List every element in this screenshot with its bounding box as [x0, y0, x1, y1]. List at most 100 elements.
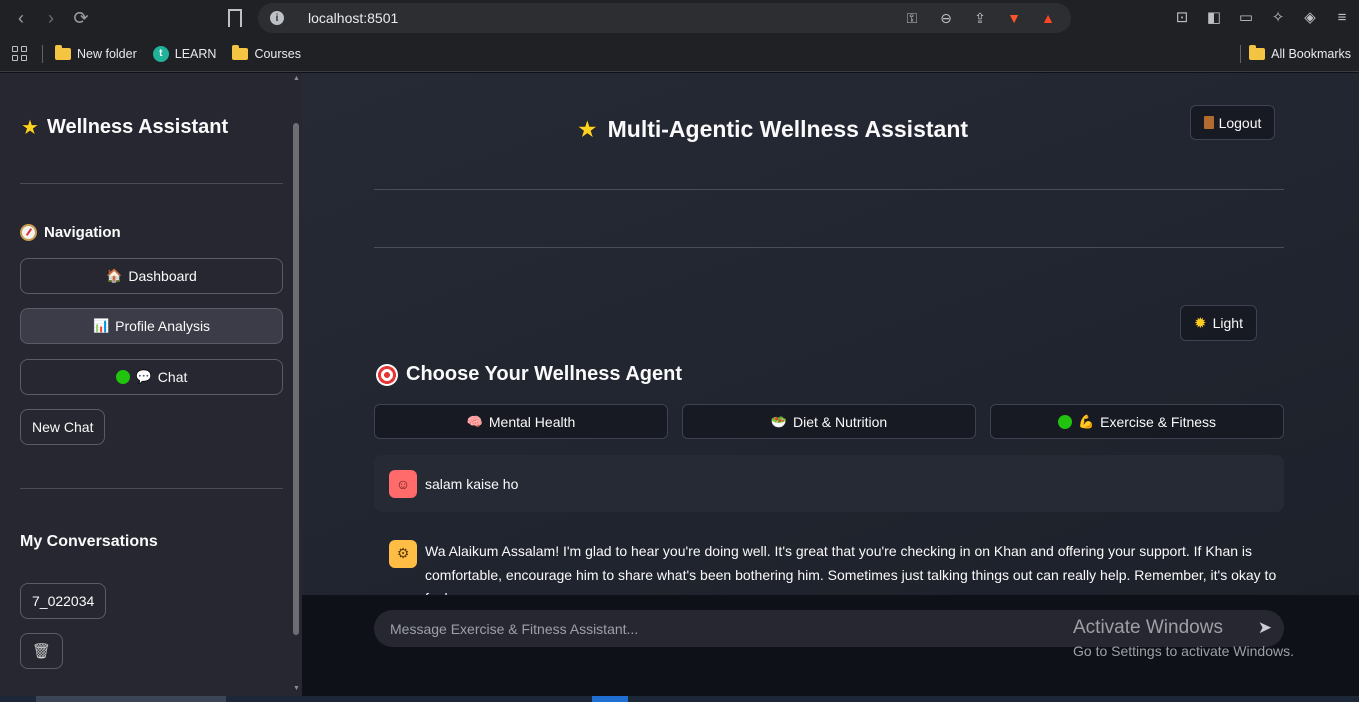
bookmark-label: Courses — [254, 46, 301, 61]
learn-site-icon: t — [152, 45, 169, 62]
flexed-bicep-icon: 💪 — [1077, 413, 1095, 429]
bookmark-label: LEARN — [174, 46, 217, 61]
navigation-heading: Navigation — [20, 224, 121, 241]
salad-icon: 🥗 — [770, 413, 788, 429]
windows-activation-watermark: Activate Windows Go to Settings to activ… — [1073, 617, 1294, 659]
all-bookmarks-label: All Bookmarks — [1271, 46, 1351, 61]
watermark-line2: Go to Settings to activate Windows. — [1073, 643, 1294, 659]
theme-toggle-button[interactable]: ✹ Light — [1180, 305, 1257, 341]
brain-icon: 🧠 — [466, 413, 483, 429]
new-chat-button[interactable]: New Chat — [20, 409, 106, 445]
bookmarks-bar: New folder t LEARN Courses All Bookmarks — [0, 36, 1359, 72]
forward-icon[interactable]: › — [36, 3, 66, 33]
bookmark-new-folder[interactable]: New folder — [55, 44, 137, 61]
mental-health-agent-button[interactable]: 🧠 Mental Health — [374, 404, 668, 439]
star-icon: ★ — [21, 117, 39, 139]
button-label: Light — [1212, 315, 1243, 331]
leo-ai-icon[interactable]: ✧ — [1269, 8, 1287, 26]
zoom-icon[interactable]: ⊖ — [937, 9, 955, 27]
folder-icon — [232, 44, 249, 60]
share-icon[interactable]: ⇪ — [971, 9, 989, 27]
apps-grid-icon[interactable] — [12, 45, 28, 62]
divider — [374, 189, 1284, 190]
chat-input-placeholder: Message Exercise & Fitness Assistant... — [390, 620, 639, 637]
active-indicator-icon — [115, 370, 130, 384]
speech-bubble-icon: 💬 — [135, 369, 152, 384]
bookmarks-divider — [42, 44, 43, 63]
site-info-icon[interactable]: i — [270, 11, 284, 25]
divider — [20, 183, 283, 184]
divider — [20, 488, 283, 489]
exercise-fitness-agent-button[interactable]: 💪 Exercise & Fitness — [990, 404, 1284, 439]
compass-icon — [20, 224, 37, 241]
folder-icon — [55, 44, 71, 60]
conversation-item[interactable]: 7_022034 — [20, 583, 107, 619]
logout-button[interactable]: Logout — [1190, 105, 1275, 140]
assistant-message: ⚙ Wa Alaikum Assalam! I'm glad to hear y… — [374, 528, 1284, 596]
page-title-text: Multi-Agentic Wellness Assistant — [607, 116, 969, 142]
bookmark-page-icon[interactable] — [228, 9, 242, 27]
sidebar: ★ Wellness Assistant Navigation 🏠 Dashbo… — [0, 73, 302, 696]
taskbar-item[interactable] — [36, 696, 226, 702]
sidebar-title-text: Wellness Assistant — [46, 116, 229, 138]
menu-icon[interactable]: ≡ — [1333, 8, 1351, 26]
button-label: Logout — [1218, 114, 1262, 131]
conversations-heading: My Conversations — [20, 533, 158, 550]
folder-icon — [1249, 44, 1266, 60]
scroll-up-icon[interactable]: ▲ — [293, 75, 300, 82]
button-label: Diet & Nutrition — [793, 413, 888, 430]
brave-shield-icon[interactable]: ▼ — [1005, 9, 1023, 27]
diet-nutrition-agent-button[interactable]: 🥗 Diet & Nutrition — [682, 404, 976, 439]
button-label: Dashboard — [128, 268, 197, 284]
bookmark-courses[interactable]: Courses — [232, 44, 301, 61]
button-label: Profile Analysis — [115, 318, 211, 334]
divider — [374, 247, 1284, 248]
os-taskbar — [0, 696, 1359, 702]
agent-section-heading: Choose Your Wellness Agent — [376, 363, 682, 386]
back-icon[interactable]: ‹ — [6, 3, 36, 33]
key-icon[interactable]: ⚿ — [903, 9, 921, 27]
sidebar-scrollbar[interactable] — [293, 123, 299, 635]
button-label: Chat — [157, 369, 188, 385]
address-bar[interactable]: i localhost:8501 ⚿ ⊖ ⇪ ▼ ▲ — [258, 3, 1071, 33]
bookmark-label: New folder — [77, 46, 137, 61]
sidebar-icon[interactable]: ◧ — [1205, 8, 1223, 26]
user-avatar-icon: ☺ — [389, 469, 417, 498]
search-tabs-icon[interactable]: ⊡ — [1173, 8, 1191, 26]
brave-rewards-icon[interactable]: ▲ — [1039, 9, 1057, 27]
agent-heading-text: Choose Your Wellness Agent — [406, 363, 682, 385]
trash-icon: 🗑 — [31, 643, 52, 660]
url-text: localhost:8501 — [308, 10, 399, 26]
vpn-icon[interactable]: ◈ — [1301, 8, 1319, 26]
door-icon — [1203, 116, 1214, 129]
dashboard-button[interactable]: 🏠 Dashboard — [20, 258, 283, 294]
robot-avatar-icon: ⚙ — [389, 540, 417, 568]
browser-toolbar: ‹ › ⟳ i localhost:8501 ⚿ ⊖ ⇪ ▼ ▲ ⊡ ◧ ▭ ✧… — [0, 0, 1359, 36]
target-icon — [376, 363, 398, 386]
user-message-text: salam kaise ho — [425, 475, 519, 492]
bookmark-learn[interactable]: t LEARN — [152, 45, 217, 62]
delete-conversation-button[interactable]: 🗑 — [20, 633, 63, 669]
bar-chart-icon: 📊 — [92, 318, 110, 333]
reload-icon[interactable]: ⟳ — [66, 3, 96, 33]
navigation-heading-text: Navigation — [44, 224, 121, 241]
profile-analysis-button[interactable]: 📊 Profile Analysis — [20, 308, 283, 344]
chat-input-area: Message Exercise & Fitness Assistant... … — [302, 595, 1359, 696]
chat-button[interactable]: 💬 Chat — [20, 359, 283, 395]
button-label: Mental Health — [488, 413, 576, 430]
house-icon: 🏠 — [106, 268, 123, 283]
active-indicator-icon — [1057, 414, 1072, 429]
wallet-icon[interactable]: ▭ — [1237, 8, 1255, 26]
watermark-line1: Activate Windows — [1073, 617, 1223, 638]
assistant-message-text: Wa Alaikum Assalam! I'm glad to hear you… — [425, 543, 1277, 596]
scroll-down-icon[interactable]: ▼ — [293, 685, 300, 692]
taskbar-item[interactable] — [592, 696, 628, 702]
sun-icon: ✹ — [1194, 315, 1207, 332]
main-content: ★ Multi-Agentic Wellness Assistant Logou… — [302, 73, 1359, 696]
all-bookmarks[interactable]: All Bookmarks — [1249, 44, 1351, 61]
button-label: Exercise & Fitness — [1100, 413, 1217, 430]
sidebar-title: ★ Wellness Assistant — [21, 115, 228, 140]
bookmarks-divider — [1240, 44, 1241, 63]
page-title: ★ Multi-Agentic Wellness Assistant — [577, 116, 968, 143]
star-icon: ★ — [577, 116, 598, 142]
